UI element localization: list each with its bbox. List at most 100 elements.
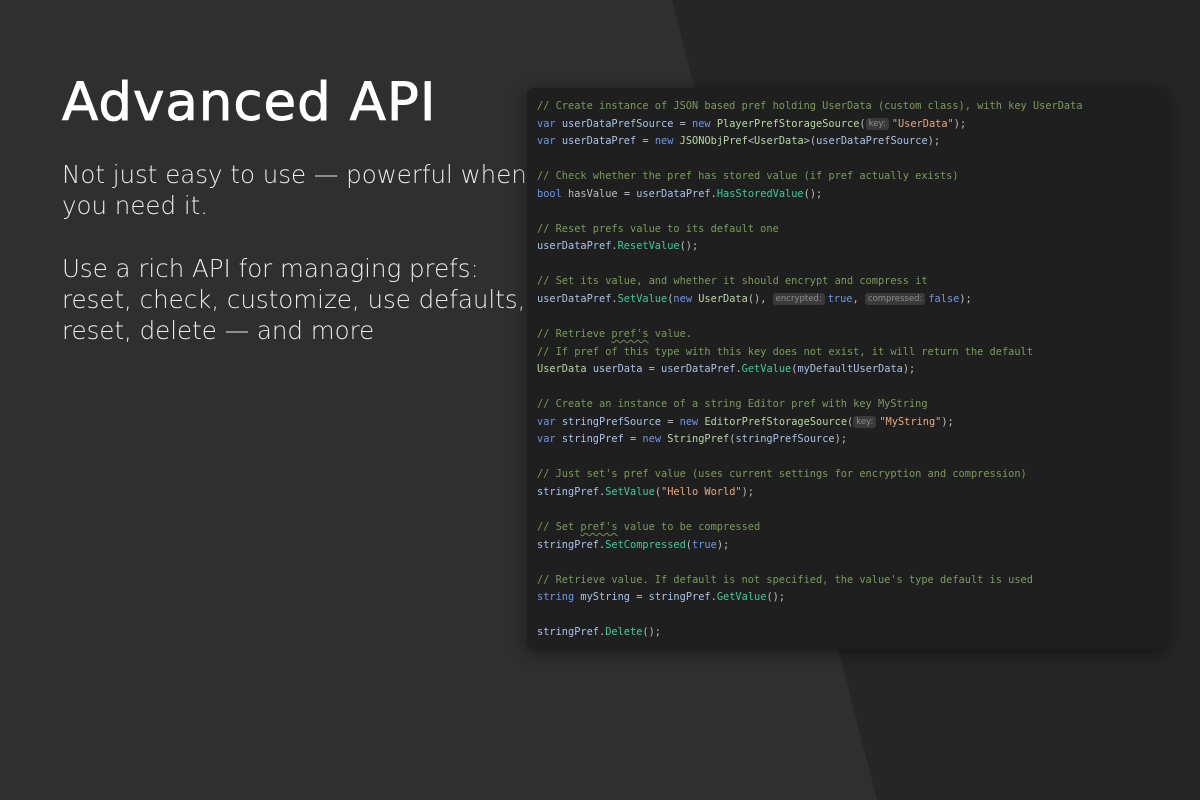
code-punctuation: ); — [834, 433, 848, 446]
code-comment: // Create an instance of a string Editor… — [537, 398, 928, 411]
code-line: // Reset prefs value to its default one — [537, 221, 1168, 239]
code-keyword: var — [537, 117, 556, 130]
code-keyword: new — [673, 293, 693, 306]
code-line: var stringPref = new StringPref(stringPr… — [537, 431, 1168, 449]
code-identifier: hasValue — [568, 187, 618, 200]
code-method: HasStoredValue — [716, 187, 804, 200]
code-keyword: var — [537, 415, 556, 428]
code-type: EditorPrefStorageSource — [704, 415, 848, 428]
code-keyword: var — [537, 135, 556, 148]
page-title: Advanced API — [62, 72, 437, 134]
code-comment: // Just set's pref value (uses current s… — [537, 468, 1027, 481]
code-punctuation: ( — [859, 117, 866, 130]
code-comment: pref's — [580, 521, 618, 534]
code-line: userDataPref.ResetValue(); — [537, 238, 1168, 256]
code-punctuation: ); — [927, 135, 941, 148]
parameter-hint: key: — [853, 415, 877, 428]
code-punctuation: = — [630, 591, 649, 604]
code-identifier: myDefaultUserData — [797, 363, 903, 376]
parameter-hint: encrypted: — [772, 293, 825, 306]
code-type: StringPref — [667, 433, 730, 446]
code-identifier: stringPref — [537, 486, 599, 499]
code-line: // Retrieve value. If default is not spe… — [537, 572, 1168, 590]
code-punctuation: (); — [803, 187, 823, 200]
code-line: // Check whether the pref has stored val… — [537, 168, 1168, 186]
code-comment: // Reset prefs value to its default one — [537, 222, 779, 235]
code-identifier: myString — [580, 591, 631, 604]
code-identifier: userData — [592, 363, 643, 376]
code-comment: // Set its value, and whether it should … — [537, 275, 928, 288]
code-keyword: string — [537, 591, 575, 604]
code-line: // Create an instance of a string Editor… — [537, 396, 1168, 414]
code-keyword: false — [928, 293, 960, 306]
code-line: UserData userData = userDataPref.GetValu… — [537, 361, 1168, 379]
code-punctuation: = — [636, 135, 655, 148]
code-string: "MyString" — [879, 415, 942, 428]
code-punctuation: (), — [747, 293, 773, 306]
code-method: GetValue — [741, 363, 792, 376]
code-punctuation: (); — [679, 240, 699, 253]
code-line: bool hasValue = userDataPref.HasStoredVa… — [537, 186, 1168, 204]
code-identifier: userDataPref — [537, 293, 612, 306]
code-line: var userDataPrefSource = new PlayerPrefS… — [537, 116, 1168, 134]
code-punctuation: ); — [941, 415, 954, 428]
code-identifier: stringPref — [537, 626, 599, 639]
code-comment: pref's — [611, 328, 649, 341]
code-line: userDataPref.SetValue(new UserData(), en… — [537, 291, 1168, 309]
code-keyword: bool — [537, 187, 562, 200]
code-identifier: userDataPref — [537, 240, 612, 253]
code-punctuation: ); — [959, 293, 972, 306]
code-comment: value to be compressed — [617, 521, 761, 534]
code-keyword: true — [827, 293, 853, 306]
code-punctuation: = — [673, 117, 693, 130]
code-punctuation: ); — [741, 486, 755, 499]
code-punctuation: (); — [766, 591, 786, 604]
code-string: "Hello World" — [661, 486, 742, 499]
code-method: SetValue — [605, 486, 655, 499]
code-punctuation: ); — [953, 117, 967, 130]
code-identifier: stringPref — [648, 591, 711, 604]
code-line: var userDataPref = new JSONObjPref<UserD… — [537, 133, 1168, 151]
code-keyword: true — [692, 538, 717, 551]
code-identifier: userDataPrefSource — [561, 117, 674, 130]
code-method: GetValue — [716, 591, 767, 604]
code-line: stringPref.SetCompressed(true); — [537, 537, 1168, 555]
code-type: PlayerPrefStorageSource — [716, 117, 860, 130]
code-identifier: stringPref — [537, 538, 599, 551]
code-punctuation: (); — [642, 626, 662, 639]
code-editor-panel: // Create instance of JSON based pref ho… — [527, 88, 1168, 649]
code-comment: value. — [648, 328, 693, 341]
code-type: JSONObjPref — [679, 135, 748, 148]
code-identifier: userDataPref — [661, 363, 736, 376]
code-method: SetCompressed — [605, 538, 686, 551]
code-identifier: stringPrefSource — [735, 433, 835, 446]
code-identifier: userDataPref — [561, 135, 637, 148]
code-comment: // Set — [537, 521, 581, 534]
code-line: stringPref.Delete(); — [537, 624, 1168, 642]
code-comment: // If pref of this type with this key do… — [537, 345, 1033, 358]
code-line: stringPref.SetValue("Hello World"); — [537, 484, 1168, 502]
subtitle-paragraph: Not just easy to use — powerful when you… — [62, 160, 527, 220]
description-paragraph: Use a rich API for managing prefs: reset… — [62, 254, 526, 345]
code-method: SetValue — [617, 293, 668, 306]
code-comment: // Retrieve — [537, 328, 612, 341]
code-punctuation: ); — [902, 363, 916, 376]
code-keyword: new — [679, 415, 699, 428]
code-lines: // Create instance of JSON based pref ho… — [537, 98, 1168, 642]
parameter-hint: key: — [865, 117, 889, 130]
code-string: "UserData" — [891, 117, 954, 130]
code-method: ResetValue — [617, 240, 680, 253]
code-punctuation: = — [642, 363, 662, 376]
code-line: // Set pref's value to be compressed — [537, 519, 1168, 537]
code-line: // Create instance of JSON based pref ho… — [537, 98, 1168, 116]
code-line: // If pref of this type with this key do… — [537, 344, 1168, 362]
